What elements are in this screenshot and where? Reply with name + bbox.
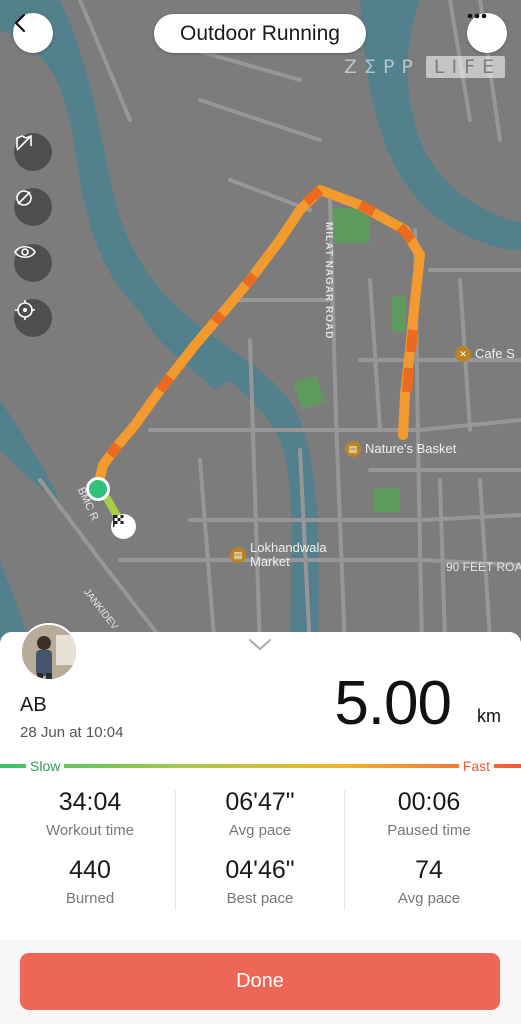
distance-value: 5.00 [334, 669, 452, 738]
stat-label: Avg pace [397, 890, 461, 907]
pace-gradient-bar [0, 764, 521, 768]
hide-map-icon [16, 134, 32, 151]
chevron-left-icon [14, 13, 26, 33]
avatar[interactable] [20, 623, 78, 681]
avatar-image [22, 625, 76, 679]
stat-value: 06'47" [225, 788, 295, 816]
shopping-icon: ▤ [345, 441, 361, 457]
stat-value: 00:06 [397, 788, 461, 816]
zepp-life-watermark: ZΣPP LIFE [344, 56, 505, 78]
stat-label: Avg pace [228, 822, 292, 839]
pace-scale: Slow Fast [0, 758, 521, 774]
stat-avg-pace-2: 74 Avg pace [343, 856, 515, 907]
eye-icon [14, 245, 36, 259]
map-poi-cafe-label: Cafe S [475, 346, 515, 361]
done-button[interactable]: Done [20, 953, 500, 1010]
user-name: AB [20, 694, 47, 716]
stat-best-pace: 04'46" Best pace [174, 856, 346, 907]
map-poi-natures-basket-label: Nature's Basket [365, 441, 457, 456]
stat-avg-pace: 06'47" Avg pace [174, 788, 346, 839]
map-poi-lokhandwala-market-label: Lokhandwala Market [250, 540, 327, 569]
locate-icon [15, 300, 35, 320]
map-poi-natures-basket: ▤ Nature's Basket [345, 441, 456, 457]
restaurant-icon: ✕ [455, 346, 471, 362]
pace-scale-fast-label: Fast [458, 758, 494, 774]
more-horizontal-icon [467, 13, 487, 19]
workout-summary-card: AB 28 Jun at 10:04 5.00 km Slow Fast 34:… [0, 623, 521, 940]
no-location-icon [16, 190, 32, 206]
stat-burned: 440 Burned [4, 856, 176, 907]
stat-value: 74 [415, 856, 443, 884]
workout-datetime: 28 Jun at 10:04 [20, 724, 124, 741]
route-map[interactable]: MILAT NAGAR ROAD ✕ Cafe S ▤ Nature's Bas… [0, 0, 521, 650]
stat-label: Burned [65, 890, 115, 907]
map-poi-lokhandwala-market: ▤ Lokhandwala Market [230, 541, 327, 569]
pace-scale-slow-label: Slow [26, 758, 65, 774]
locate-button[interactable] [14, 299, 52, 337]
stat-workout-time: 34:04 Workout time [4, 788, 176, 839]
watermark-text-b: LIFE [425, 56, 505, 78]
map-poi-cafe: ✕ Cafe S [455, 346, 515, 362]
shopping-icon: ▤ [230, 547, 246, 563]
stat-paused-time: 00:06 Paused time [343, 788, 515, 839]
stat-value: 440 [69, 856, 111, 884]
more-button[interactable] [467, 13, 507, 53]
watermark-text-a: ZΣPP [343, 56, 420, 78]
workout-stats-grid: 34:04 Workout time 06'47" Avg pace 00:06… [0, 782, 521, 910]
page-title: Outdoor Running [154, 14, 366, 53]
location-off-button[interactable] [14, 188, 52, 226]
stat-value: 34:04 [58, 788, 122, 816]
stat-label: Workout time [45, 822, 135, 839]
collapse-chevron-icon[interactable] [248, 638, 272, 652]
stat-label: Paused time [387, 822, 471, 839]
distance-unit: km [477, 706, 501, 726]
stat-value: 04'46" [225, 856, 295, 884]
back-button[interactable] [13, 13, 53, 53]
finish-flag-icon [111, 514, 136, 539]
hide-map-button[interactable] [14, 133, 52, 171]
visibility-button[interactable] [14, 244, 52, 282]
map-label-milat-nagar-road: MILAT NAGAR ROAD [323, 222, 334, 340]
stat-label: Best pace [226, 890, 294, 907]
map-label-90-feet-road: 90 FEET ROA [446, 560, 521, 574]
